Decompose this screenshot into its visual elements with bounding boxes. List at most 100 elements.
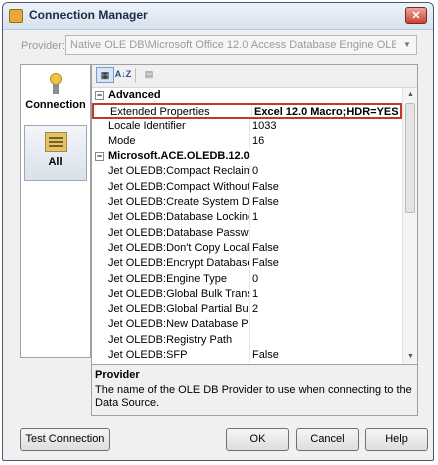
- property-pages-icon: ▤: [144, 69, 154, 79]
- test-connection-button[interactable]: Test Connection: [20, 428, 110, 451]
- alphabetical-button[interactable]: A↓Z: [114, 67, 132, 83]
- property-name: Jet OLEDB:Don't Copy Locale on (: [108, 241, 250, 254]
- vertical-scrollbar[interactable]: ▲ ▼: [402, 88, 417, 364]
- property-value[interactable]: 0: [252, 272, 398, 287]
- column-divider: [249, 133, 250, 150]
- scroll-up-icon[interactable]: ▲: [403, 88, 418, 102]
- property-row[interactable]: Jet OLEDB:Database Password: [92, 225, 402, 241]
- description-title: Provider: [95, 369, 140, 381]
- collapse-icon[interactable]: −: [95, 91, 104, 100]
- property-value[interactable]: 2: [252, 302, 398, 317]
- property-name: Jet OLEDB:Compact Without Repl: [108, 180, 250, 193]
- property-value[interactable]: False: [252, 348, 398, 363]
- property-pages-button[interactable]: ▤: [140, 67, 158, 83]
- collapse-icon[interactable]: −: [95, 152, 104, 162]
- property-row[interactable]: Mode 16: [92, 133, 402, 150]
- chevron-down-icon: ▼: [403, 40, 411, 49]
- property-value[interactable]: 0: [252, 164, 398, 179]
- property-name: Mode: [108, 134, 136, 147]
- property-row[interactable]: Jet OLEDB:Compact Without ReplFalse: [92, 179, 402, 196]
- column-divider: [249, 302, 250, 318]
- app-icon: [9, 9, 23, 23]
- connection-manager-dialog: Connection Manager ✕ Provider: Native OL…: [2, 2, 434, 461]
- category-row[interactable]: − Advanced: [92, 88, 402, 103]
- property-value[interactable]: False: [252, 241, 398, 256]
- property-row[interactable]: Jet OLEDB:Compact Reclaimed Sp0: [92, 164, 402, 180]
- category-row[interactable]: − Microsoft.ACE.OLEDB.12.0: [92, 149, 402, 164]
- column-divider: [249, 271, 250, 287]
- sort-alphabetical-icon: A↓Z: [114, 69, 132, 79]
- sidebar-item-label: Connection: [25, 99, 86, 111]
- property-row[interactable]: Jet OLEDB:Global Partial Bulk Op:2: [92, 302, 402, 318]
- property-row[interactable]: Jet OLEDB:Global Bulk Transactio1: [92, 286, 402, 303]
- property-value[interactable]: False: [252, 195, 398, 210]
- close-icon: ✕: [411, 10, 421, 22]
- toolbar-divider: [135, 68, 136, 83]
- title-bar: Connection Manager ✕: [3, 3, 433, 30]
- property-name: Jet OLEDB:SFP: [108, 349, 188, 362]
- provider-dropdown[interactable]: Native OLE DB\Microsoft Office 12.0 Acce…: [65, 35, 417, 55]
- property-name: Jet OLEDB:Registry Path: [108, 333, 233, 346]
- property-value[interactable]: 1: [252, 287, 398, 302]
- property-row[interactable]: Jet OLEDB:Don't Copy Locale on (False: [92, 240, 402, 257]
- property-value[interactable]: False: [252, 180, 398, 195]
- close-button[interactable]: ✕: [405, 7, 427, 24]
- sidebar-item-connection[interactable]: Connection: [24, 69, 87, 123]
- category-label: Microsoft.ACE.OLEDB.12.0: [108, 150, 250, 163]
- property-row[interactable]: Locale Identifier 1033: [92, 118, 402, 134]
- categorized-button[interactable]: ▦: [96, 67, 114, 83]
- column-divider: [249, 240, 250, 257]
- column-divider: [249, 164, 250, 180]
- column-divider: [251, 105, 252, 117]
- page-selector: Connection All: [20, 64, 91, 358]
- provider-label: Provider:: [21, 40, 66, 52]
- property-value[interactable]: 1: [252, 210, 398, 225]
- property-row-extended-properties[interactable]: Extended Properties Excel 12.0 Macro;HDR=…: [92, 103, 402, 119]
- scroll-down-icon[interactable]: ▼: [403, 350, 418, 364]
- categorized-icon: ▦: [100, 70, 110, 80]
- cancel-button[interactable]: Cancel: [296, 428, 359, 451]
- ok-button[interactable]: OK: [226, 428, 289, 451]
- sidebar-item-all[interactable]: All: [24, 125, 87, 181]
- help-button[interactable]: Help: [365, 428, 428, 451]
- property-name: Jet OLEDB:Encrypt Database: [108, 257, 250, 270]
- column-divider: [249, 348, 250, 363]
- provider-value: Native OLE DB\Microsoft Office 12.0 Acce…: [70, 39, 396, 51]
- all-properties-icon: [44, 132, 67, 152]
- property-value[interactable]: 1033: [252, 119, 398, 134]
- property-row[interactable]: Jet OLEDB:Encrypt Database False: [92, 256, 402, 272]
- column-divider: [249, 317, 250, 333]
- property-name: Locale Identifier: [108, 119, 186, 132]
- column-divider: [249, 256, 250, 272]
- property-row[interactable]: Jet OLEDB:Database Locking Moc1: [92, 210, 402, 226]
- description-panel: Provider The name of the OLE DB Provider…: [91, 365, 418, 416]
- property-row[interactable]: Jet OLEDB:Engine Type 0: [92, 271, 402, 287]
- category-label: Advanced: [108, 89, 161, 101]
- property-row[interactable]: Jet OLEDB:New Database Passwo: [92, 317, 402, 333]
- window-title: Connection Manager: [29, 8, 148, 22]
- description-text: The name of the OLE DB Provider to use w…: [95, 384, 412, 409]
- property-row[interactable]: Jet OLEDB:Registry Path: [92, 332, 402, 349]
- property-value[interactable]: False: [252, 256, 398, 271]
- property-name: Jet OLEDB:Global Partial Bulk Op:: [108, 303, 250, 316]
- column-divider: [249, 118, 250, 134]
- property-name: Jet OLEDB:Database Locking Moc: [108, 211, 250, 224]
- property-name: Jet OLEDB:Create System Databas: [108, 196, 250, 209]
- property-row[interactable]: Jet OLEDB:Create System DatabasFalse: [92, 195, 402, 211]
- column-divider: [249, 195, 250, 211]
- property-name: Jet OLEDB:Engine Type: [108, 272, 228, 285]
- column-divider: [249, 332, 250, 349]
- column-divider: [249, 179, 250, 196]
- property-row[interactable]: Jet OLEDB:SFP False: [92, 348, 402, 363]
- property-name: Jet OLEDB:Database Password: [108, 226, 250, 239]
- property-rows: − Advanced Extended Properties Excel 12.0 M…: [92, 88, 402, 363]
- connection-icon: [49, 73, 62, 95]
- column-divider: [249, 210, 250, 226]
- column-divider: [249, 286, 250, 303]
- property-value[interactable]: 16: [252, 134, 398, 149]
- property-grid: ▦ A↓Z ▤ − Advanced Extended Properties Exce…: [91, 64, 418, 365]
- scrollbar-thumb[interactable]: [405, 103, 415, 213]
- property-name: Jet OLEDB:New Database Passwo: [108, 318, 250, 331]
- sidebar-item-label: All: [48, 156, 63, 168]
- column-divider: [249, 225, 250, 241]
